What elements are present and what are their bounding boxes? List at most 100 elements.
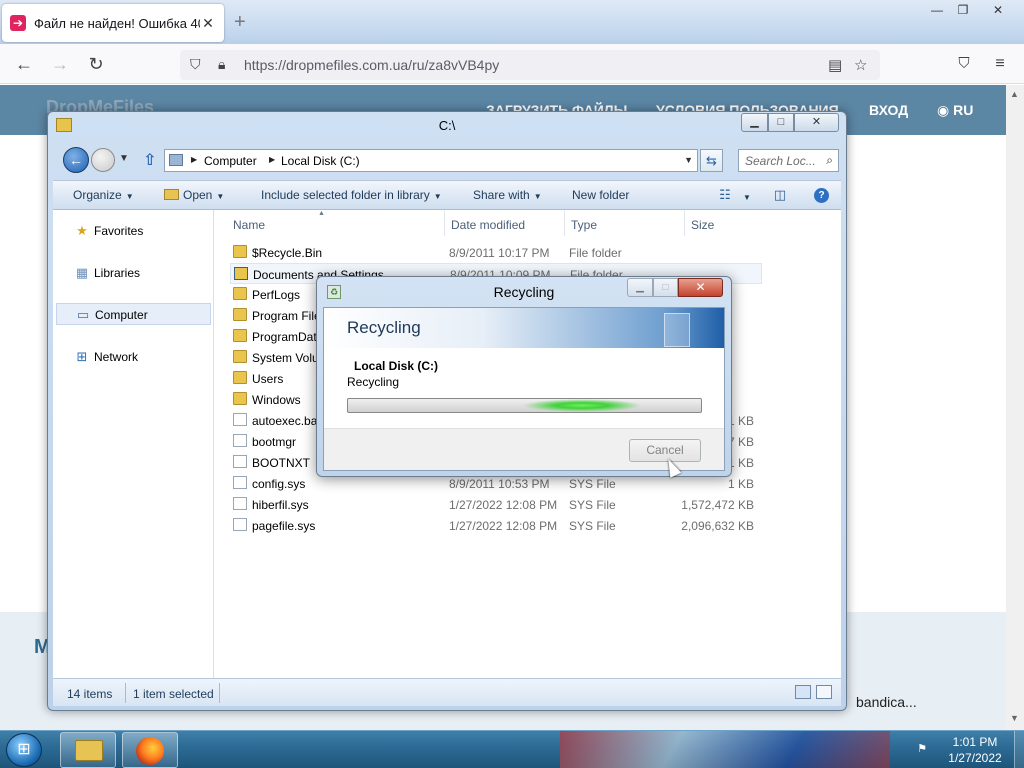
- reader-view-icon[interactable]: ▤: [828, 56, 842, 74]
- explorer-forward-button[interactable]: [91, 148, 115, 172]
- explorer-titlebar[interactable]: C:\ ▁ □ ✕: [48, 112, 846, 140]
- shield-icon[interactable]: ⛉: [190, 56, 201, 73]
- tab-close-icon[interactable]: ✕: [200, 15, 216, 32]
- explorer-toolbar: Organize ▼ Open ▼ Include selected folder …: [53, 180, 841, 210]
- menu-icon[interactable]: ≡: [988, 52, 1012, 76]
- column-header-type[interactable]: Type: [571, 218, 597, 232]
- taskbar-explorer-button[interactable]: [60, 732, 116, 768]
- column-header-date[interactable]: Date modified: [451, 218, 525, 232]
- bookmark-star-icon[interactable]: ☆: [854, 56, 867, 74]
- page-scrollbar[interactable]: ▲ ▼: [1006, 85, 1024, 730]
- include-in-library-button[interactable]: Include selected folder in library ▼: [261, 188, 442, 202]
- start-button-windows-icon[interactable]: ⊞: [6, 733, 42, 767]
- site-favicon-icon: ➔: [10, 15, 26, 31]
- scroll-up-icon[interactable]: ▲: [1010, 89, 1019, 99]
- dialog-banner-title: Recycling: [347, 318, 421, 337]
- up-arrow-icon[interactable]: ⇧: [143, 150, 156, 170]
- breadcrumb-separator-icon[interactable]: ▶: [269, 155, 275, 164]
- explorer-close-button[interactable]: ✕: [794, 113, 839, 132]
- banner-art-icon: [664, 313, 690, 347]
- column-divider[interactable]: [444, 210, 445, 236]
- preview-pane-icon[interactable]: ◫: [772, 187, 788, 202]
- file-size: 1 KB: [727, 477, 754, 491]
- browser-restore-button[interactable]: ❐: [948, 0, 978, 20]
- pocket-icon[interactable]: ⛉: [952, 52, 976, 76]
- nav-item-favorites[interactable]: ★ Favorites: [56, 220, 211, 242]
- show-desktop-button[interactable]: [1014, 731, 1024, 768]
- breadcrumb-local-disk[interactable]: Local Disk (C:): [281, 154, 360, 168]
- file-row[interactable]: hiberfil.sys 1/27/2022 12:08 PM SYS File…: [230, 494, 762, 515]
- nav-item-network[interactable]: ⊞ Network: [56, 346, 211, 368]
- large-icons-view-icon[interactable]: [816, 685, 832, 699]
- site-language-label: RU: [953, 102, 974, 118]
- url-bar[interactable]: ⛉ 🔒︎ https://dropmefiles.com.ua/ru/za8vV…: [180, 50, 880, 80]
- file-date: 8/9/2011 10:17 PM: [449, 246, 550, 260]
- column-header-name[interactable]: Name: [233, 218, 265, 232]
- file-name: BOOTNXT: [252, 456, 311, 470]
- refresh-button[interactable]: ⇆: [700, 149, 723, 172]
- folder-icon: [233, 245, 247, 258]
- change-view-icon[interactable]: ☷: [717, 187, 733, 202]
- clock-date[interactable]: 1/27/2022: [940, 751, 1010, 765]
- open-folder-icon: [164, 189, 179, 200]
- recent-pages-chevron-down-icon[interactable]: ▼: [119, 153, 129, 164]
- browser-navbar: ← → ↻ ⛉ 🔒︎ https://dropmefiles.com.ua/ru…: [0, 44, 1024, 84]
- open-button[interactable]: Open ▼: [164, 188, 224, 202]
- progress-fill: [522, 399, 642, 412]
- column-divider[interactable]: [684, 210, 685, 236]
- new-tab-icon[interactable]: +: [234, 11, 246, 34]
- organize-button[interactable]: Organize ▼: [73, 188, 134, 202]
- help-icon[interactable]: ?: [814, 188, 829, 203]
- site-nav-language[interactable]: ◉ RU: [937, 102, 973, 119]
- share-with-button[interactable]: Share with ▼: [473, 188, 542, 202]
- lock-icon[interactable]: 🔒︎: [218, 56, 225, 73]
- new-folder-button[interactable]: New folder: [572, 188, 629, 202]
- clock-time[interactable]: 1:01 PM: [940, 735, 1010, 749]
- search-icon[interactable]: ⌕: [826, 153, 833, 168]
- nav-item-computer[interactable]: ▭ Computer: [56, 303, 211, 325]
- search-input[interactable]: Search Loc... ⌕: [738, 149, 839, 172]
- file-icon: [233, 413, 247, 426]
- explorer-back-button[interactable]: ←: [63, 147, 89, 173]
- wallpaper-art: [560, 731, 890, 768]
- file-date: 8/9/2011 10:53 PM: [449, 477, 550, 491]
- site-nav-login[interactable]: ВХОД: [869, 102, 908, 118]
- explorer-maximize-button[interactable]: □: [768, 113, 794, 132]
- dialog-close-button[interactable]: ✕: [678, 278, 723, 297]
- file-name: bootmgr: [252, 435, 297, 449]
- cancel-button[interactable]: Cancel: [629, 439, 701, 462]
- scroll-down-icon[interactable]: ▼: [1010, 713, 1019, 723]
- taskbar-firefox-button[interactable]: [122, 732, 178, 768]
- back-arrow-icon[interactable]: ←: [12, 52, 36, 76]
- view-options-chevron-down-icon[interactable]: ▼: [739, 189, 751, 203]
- caret-down-icon: ▼: [125, 192, 134, 201]
- file-date: 1/27/2022 12:08 PM: [449, 498, 558, 512]
- breadcrumb-computer[interactable]: Computer: [204, 154, 257, 168]
- url-text[interactable]: https://dropmefiles.com.ua/ru/za8vVB4py: [244, 57, 499, 73]
- open-label: Open: [183, 188, 213, 202]
- file-icon: [233, 518, 247, 531]
- address-dropdown-icon[interactable]: ▼: [684, 155, 693, 165]
- address-bar[interactable]: ▶ Computer ▶ Local Disk (C:) ▼: [164, 149, 698, 172]
- action-center-flag-icon[interactable]: ⚑: [914, 741, 930, 757]
- file-icon: [233, 476, 247, 489]
- site-footer-item[interactable]: bandica...: [856, 694, 917, 710]
- dialog-minimize-button[interactable]: ▁: [627, 278, 653, 297]
- forward-arrow-icon[interactable]: →: [48, 52, 72, 76]
- network-icon: ⊞: [76, 349, 88, 364]
- browser-tab[interactable]: ➔ Файл не найден! Ошибка 404! ✕: [2, 4, 224, 42]
- file-row[interactable]: $Recycle.Bin 8/9/2011 10:17 PM File fold…: [230, 242, 762, 263]
- file-icon: [233, 497, 247, 510]
- file-row[interactable]: pagefile.sys 1/27/2022 12:08 PM SYS File…: [230, 515, 762, 536]
- reload-icon[interactable]: ↻: [84, 52, 108, 76]
- breadcrumb-separator-icon[interactable]: ▶: [191, 155, 197, 164]
- details-view-icon[interactable]: [795, 685, 811, 699]
- file-type: SYS File: [569, 477, 616, 491]
- nav-item-libraries[interactable]: ▦ Libraries: [56, 262, 211, 284]
- explorer-minimize-button[interactable]: ▁: [741, 113, 768, 132]
- file-size: 1,572,472 KB: [681, 498, 754, 512]
- column-divider[interactable]: [564, 210, 565, 236]
- computer-icon: ▭: [76, 307, 90, 322]
- browser-close-button[interactable]: ✕: [980, 0, 1016, 20]
- column-header-size[interactable]: Size: [691, 218, 714, 232]
